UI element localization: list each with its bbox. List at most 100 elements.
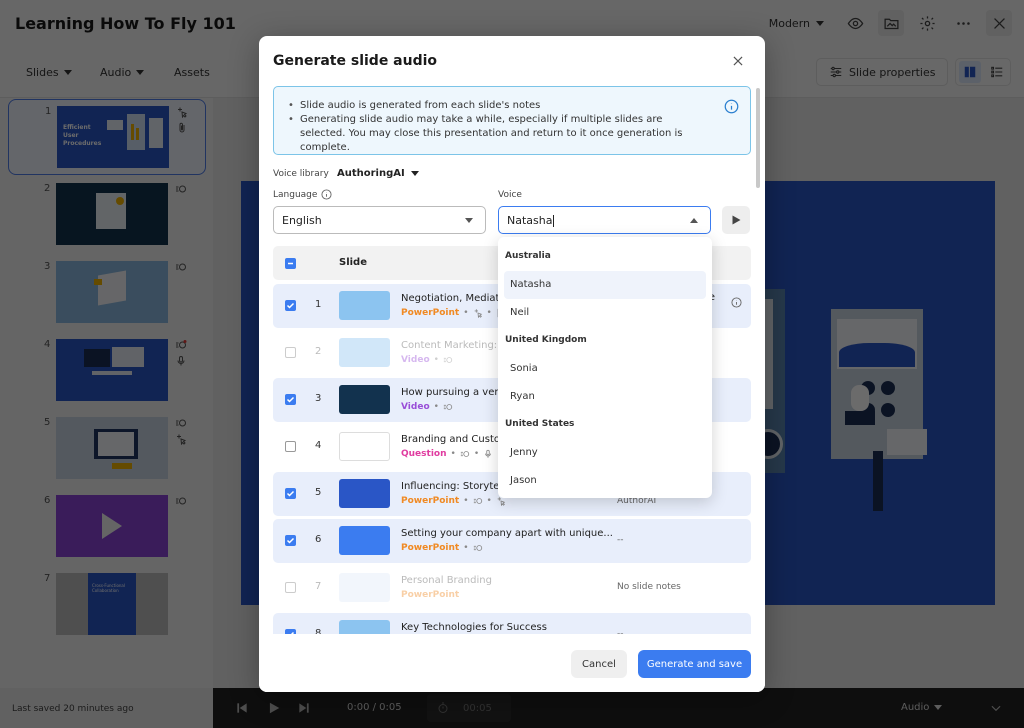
select-all-checkbox[interactable] (285, 258, 296, 269)
slide-title: Influencing: Storytelli (401, 481, 508, 492)
preview-voice-button[interactable] (722, 206, 750, 234)
slide-thumbnail (339, 479, 390, 508)
row-checkbox[interactable] (285, 300, 296, 311)
slide-thumbnail (339, 291, 390, 320)
indeterminate-icon (288, 262, 293, 265)
slide-type: PowerPoint (401, 308, 460, 319)
voice-option[interactable]: Sonia (504, 355, 706, 383)
slide-thumbnail (339, 338, 390, 367)
slide-title: Branding and Custon (401, 434, 507, 445)
row-checkbox[interactable] (285, 441, 296, 452)
language-label: Language (273, 189, 332, 200)
slide-type: Video (401, 355, 430, 366)
notes-audio-icon (460, 449, 470, 460)
slide-title: Personal Branding (401, 575, 492, 586)
slide-meta: PowerPoint • • (401, 308, 506, 319)
voice-group-label: United Kingdom (505, 335, 587, 345)
slide-number: 6 (315, 534, 322, 545)
voice-library-select[interactable]: AuthoringAI (337, 168, 419, 179)
check-icon (286, 537, 295, 544)
slide-number: 7 (315, 581, 322, 592)
slide-number: 5 (315, 487, 322, 498)
close-icon (733, 56, 743, 66)
slide-title: Content Marketing: R (401, 340, 508, 351)
voice-option[interactable]: Neil (504, 299, 706, 327)
language-label-text: Language (273, 189, 318, 200)
slide-row[interactable]: 8Key Technologies for SuccessPowerPoint-… (273, 613, 751, 634)
separator: • (450, 449, 456, 460)
cancel-button[interactable]: Cancel (571, 650, 627, 678)
caret-down-icon (465, 218, 473, 223)
voice-group-label: Australia (505, 251, 551, 261)
info-icon[interactable] (321, 189, 332, 200)
slide-row[interactable]: 7 Personal Branding PowerPoint No slide not… (273, 566, 751, 610)
slide-title: Negotiation, Mediatio (401, 293, 509, 304)
slide-thumbnail (339, 573, 390, 602)
separator: • (463, 543, 469, 554)
row-checkbox[interactable] (285, 394, 296, 405)
app-window: Learning How To Fly 101 Modern (0, 0, 1024, 728)
slide-row[interactable]: 6 Setting your company apart with unique.… (273, 519, 751, 563)
slide-number: 4 (315, 440, 322, 451)
notes-audio-icon (473, 496, 483, 507)
separator: • (473, 449, 480, 460)
dialog-scrollbar[interactable] (756, 88, 760, 188)
notes-audio-icon (473, 543, 483, 554)
separator: • (433, 402, 439, 413)
slide-thumbnail (339, 620, 390, 634)
slide-meta: PowerPoint • • (401, 496, 506, 507)
caret-down-icon (410, 171, 419, 176)
info-icon[interactable] (731, 293, 742, 312)
language-select[interactable]: English (273, 206, 486, 234)
separator: • (486, 496, 492, 507)
slide-notes-status: -- (617, 535, 624, 545)
voice-library-value: AuthoringAI (337, 168, 405, 179)
slide-column-header: Slide (339, 257, 367, 268)
slide-meta: PowerPoint (401, 590, 459, 600)
language-value: English (282, 214, 322, 227)
row-checkbox[interactable] (285, 488, 296, 499)
voice-combobox[interactable]: Natasha (498, 206, 711, 234)
slide-meta: Video • (401, 355, 453, 366)
notes-audio-icon (443, 355, 453, 366)
info-notice: Slide audio is generated from each slide… (273, 86, 751, 155)
slide-number: 2 (315, 346, 322, 357)
separator: • (463, 496, 469, 507)
info-line: Slide audio is generated from each slide… (288, 99, 708, 113)
separator: • (463, 308, 469, 319)
separator: • (433, 355, 439, 366)
slide-meta: Question • • (401, 449, 493, 460)
voice-option[interactable]: Natasha (504, 271, 706, 299)
slide-notes-status: No slide notes (617, 582, 681, 592)
row-checkbox[interactable] (285, 535, 296, 546)
dialog-title: Generate slide audio (273, 53, 438, 69)
row-checkbox (285, 347, 296, 358)
slide-number: 1 (315, 299, 322, 310)
slide-thumbnail (339, 526, 390, 555)
generate-and-save-button[interactable]: Generate and save (638, 650, 751, 678)
check-icon (286, 396, 295, 403)
voice-option[interactable]: Ryan (504, 383, 706, 411)
slide-type: PowerPoint (401, 496, 460, 507)
slide-title: Key Technologies for Success (401, 622, 547, 633)
voice-dropdown-list: Australia Natasha Neil United Kingdom Sonia R… (498, 237, 712, 498)
slide-title: Setting your company apart with unique..… (401, 528, 613, 539)
voice-option[interactable]: Jenny (504, 439, 706, 467)
interaction-icon (473, 308, 483, 319)
slide-type: Video (401, 402, 430, 413)
row-checkbox (285, 582, 296, 593)
slide-thumbnail (339, 385, 390, 414)
dialog-close-button[interactable] (731, 53, 747, 69)
voice-label: Voice (498, 190, 522, 200)
slide-type: Question (401, 449, 447, 460)
slide-type: PowerPoint (401, 590, 460, 600)
text-cursor (553, 215, 555, 227)
slide-title: How pursuing a verti (401, 387, 506, 398)
check-icon (286, 490, 295, 497)
voice-option[interactable]: Jason (504, 467, 706, 495)
microphone-icon (483, 449, 493, 460)
check-icon (286, 302, 295, 309)
voice-library-label: Voice library (273, 169, 329, 179)
info-line: Generating slide audio may take a while,… (288, 113, 708, 155)
slide-type: PowerPoint (401, 543, 460, 554)
